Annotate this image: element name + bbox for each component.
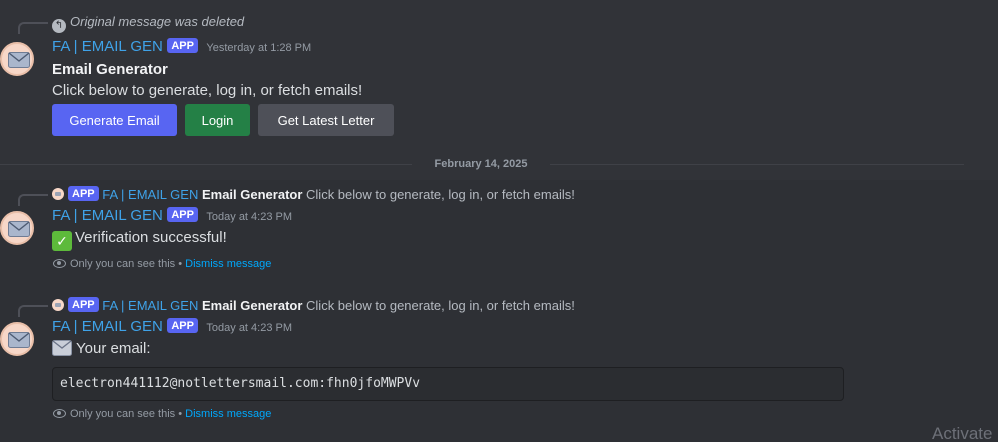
reply-header: ↰ Original message was deleted bbox=[52, 14, 244, 33]
avatar[interactable] bbox=[0, 322, 34, 356]
message-header: FA | EMAIL GEN APP Yesterday at 1:28 PM bbox=[52, 38, 311, 56]
message-body: ✓ Verification successful! bbox=[52, 229, 227, 251]
ref-text: Click below to generate, log in, or fetc… bbox=[306, 298, 575, 313]
eye-icon bbox=[53, 259, 66, 268]
dismiss-message-link[interactable]: Dismiss message bbox=[185, 258, 271, 270]
username[interactable]: FA | EMAIL GEN bbox=[52, 38, 163, 55]
ref-title: Email Generator bbox=[201, 187, 303, 202]
divider-line-left bbox=[0, 164, 412, 165]
generate-email-button[interactable]: Generate Email bbox=[52, 104, 177, 136]
reply-spine bbox=[18, 22, 48, 34]
envelope-icon bbox=[8, 332, 30, 348]
ephemeral-text: Only you can see this • bbox=[70, 258, 183, 270]
dismiss-message-link[interactable]: Dismiss message bbox=[185, 408, 271, 420]
ref-title: Email Generator bbox=[201, 298, 303, 313]
envelope-emoji-icon bbox=[52, 340, 72, 360]
app-badge: APP bbox=[167, 207, 198, 222]
mini-avatar bbox=[52, 299, 64, 311]
your-email-label: Your email: bbox=[76, 340, 151, 357]
ephemeral-text: Only you can see this • bbox=[70, 408, 183, 420]
divider-date: February 14, 2025 bbox=[434, 158, 528, 170]
avatar[interactable] bbox=[0, 211, 34, 245]
app-badge: APP bbox=[68, 186, 99, 201]
email-code-block[interactable]: electron441112@notlettersmail.com:fhn0jf… bbox=[52, 367, 844, 401]
avatar[interactable] bbox=[0, 42, 34, 76]
ref-username: FA | EMAIL GEN bbox=[102, 298, 199, 313]
reply-deleted-text: Original message was deleted bbox=[70, 14, 245, 29]
verification-text: Verification successful! bbox=[75, 229, 227, 246]
timestamp: Today at 4:23 PM bbox=[206, 211, 293, 223]
message-body: Your email: bbox=[52, 340, 151, 360]
referenced-message[interactable]: APP FA | EMAIL GEN Email Generator Click… bbox=[52, 297, 575, 313]
get-latest-letter-button[interactable]: Get Latest Letter bbox=[258, 104, 394, 136]
ephemeral-note: Only you can see this • Dismiss message bbox=[53, 408, 271, 420]
ref-text: Click below to generate, log in, or fetc… bbox=[306, 187, 575, 202]
reply-spine bbox=[18, 194, 48, 206]
app-badge: APP bbox=[167, 318, 198, 333]
check-mark-icon: ✓ bbox=[52, 231, 72, 251]
app-badge: APP bbox=[68, 297, 99, 312]
username[interactable]: FA | EMAIL GEN bbox=[52, 207, 163, 224]
ephemeral-note: Only you can see this • Dismiss message bbox=[53, 258, 271, 270]
username[interactable]: FA | EMAIL GEN bbox=[52, 318, 163, 335]
app-badge: APP bbox=[167, 38, 198, 53]
message-header: FA | EMAIL GEN APP Today at 4:23 PM bbox=[52, 207, 292, 225]
timestamp: Yesterday at 1:28 PM bbox=[206, 42, 312, 54]
login-button[interactable]: Login bbox=[185, 104, 250, 136]
eye-icon bbox=[53, 409, 66, 418]
message-body: Click below to generate, log in, or fetc… bbox=[52, 82, 363, 99]
mini-avatar bbox=[52, 188, 64, 200]
referenced-message[interactable]: APP FA | EMAIL GEN Email Generator Click… bbox=[52, 186, 575, 202]
divider-line-right bbox=[550, 164, 964, 165]
reply-spine bbox=[18, 305, 48, 317]
message-header: FA | EMAIL GEN APP Today at 4:23 PM bbox=[52, 318, 292, 336]
activation-watermark: Activate bbox=[932, 424, 993, 442]
timestamp: Today at 4:23 PM bbox=[206, 322, 293, 334]
ref-username: FA | EMAIL GEN bbox=[102, 187, 199, 202]
embed-title: Email Generator bbox=[52, 61, 168, 78]
email-credentials: electron441112@notlettersmail.com:fhn0jf… bbox=[60, 376, 421, 391]
envelope-icon bbox=[8, 52, 30, 68]
reply-arrow-icon: ↰ bbox=[52, 19, 66, 33]
envelope-icon bbox=[8, 221, 30, 237]
